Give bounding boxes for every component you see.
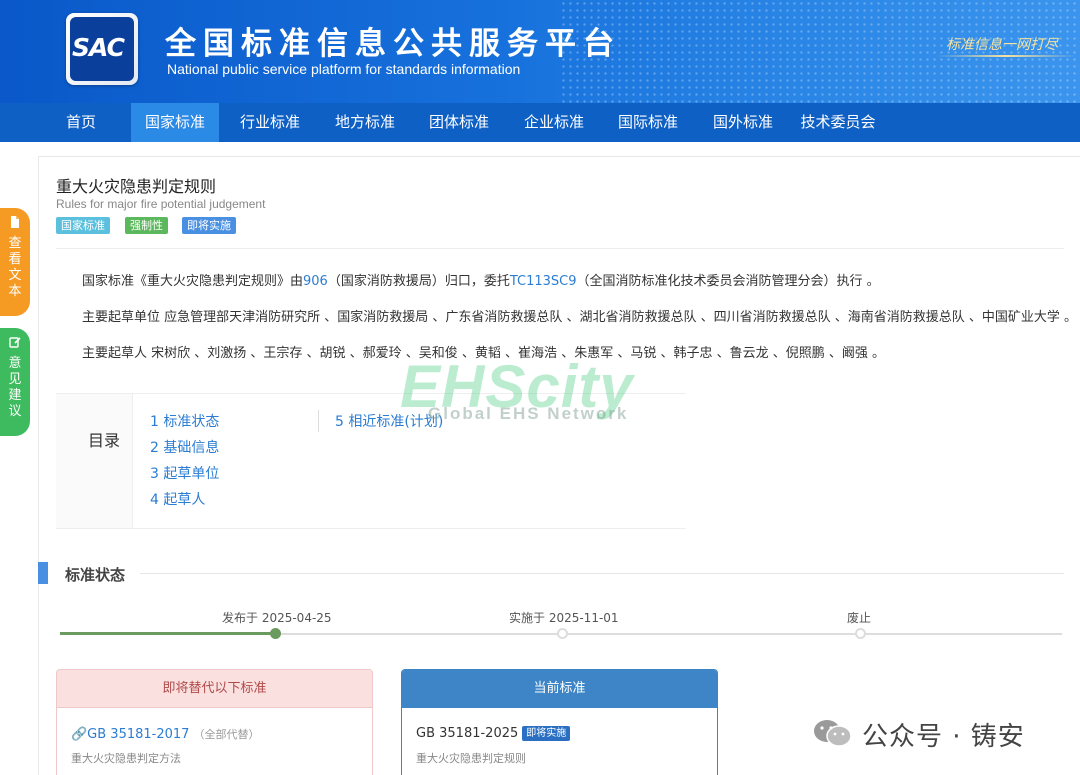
replaced-standard-entry: 🔗GB 35181-2017 （全部代替）: [71, 726, 259, 742]
current-card-header: 当前标准: [402, 670, 717, 708]
timeline-label-abolished: 废止: [847, 611, 872, 625]
nav-item-group-standards[interactable]: 团体标准: [415, 103, 503, 142]
document-icon: [0, 216, 30, 232]
toc-item-drafters[interactable]: 4 起草人: [150, 489, 205, 509]
view-text-button[interactable]: 查看文本: [0, 208, 30, 316]
current-standard-entry: GB 35181-2025 即将实施: [416, 726, 571, 741]
toc-label: 目录: [88, 431, 121, 450]
main-nav: 首页 国家标准 行业标准 地方标准 团体标准 企业标准 国际标准 国外标准 技术…: [0, 103, 1080, 142]
current-standard-tag: 即将实施: [522, 726, 571, 741]
nav-item-international-standards[interactable]: 国际标准: [604, 103, 692, 142]
ownership-text-c: （全国消防标准化技术委员会消防管理分会）执行 。: [576, 274, 880, 289]
timeline-dot-effective: [557, 628, 568, 639]
tag-upcoming: 即将实施: [182, 217, 236, 234]
toc-label-column: [56, 394, 133, 528]
view-text-label: 查看文本: [8, 236, 22, 299]
committee-tc113sc9-link[interactable]: TC113SC9: [510, 274, 577, 289]
standard-title: 重大火灾隐患判定规则: [56, 177, 217, 196]
timeline-dot-abolished: [855, 628, 866, 639]
nav-item-home[interactable]: 首页: [52, 103, 110, 142]
timeline-label-effective: 实施于 2025-11-01: [509, 611, 619, 625]
header-divider: [56, 248, 1064, 249]
current-standard-name: 重大火灾隐患判定规则: [416, 752, 526, 765]
toc-item-status[interactable]: 1 标准状态: [150, 411, 219, 431]
nav-item-enterprise-standards[interactable]: 企业标准: [510, 103, 598, 142]
sac-logo[interactable]: SAC: [66, 13, 138, 85]
feedback-button[interactable]: 意见建议: [0, 328, 30, 436]
slogan-underline: [936, 55, 1076, 57]
ownership-text-b: （国家消防救援局）归口，委托: [327, 274, 510, 289]
replaced-standard-name: 重大火灾隐患判定方法: [71, 752, 181, 765]
ownership-text-a: 国家标准《重大火灾隐患判定规则》由: [82, 274, 304, 289]
standard-ownership-paragraph: 国家标准《重大火灾隐患判定规则》由906（国家消防救援局）归口，委托TC113S…: [82, 270, 880, 289]
watermark-tagline: Global EHS Network: [428, 404, 629, 423]
section-divider: [140, 573, 1064, 574]
account-attribution: 公众号 · 铸安: [862, 722, 1025, 752]
committee-906-link[interactable]: 906: [303, 274, 328, 289]
site-title: 全国标准信息公共服务平台: [165, 26, 621, 62]
drafting-units-paragraph: 主要起草单位 应急管理部天津消防研究所 、国家消防救援局 、广东省消防救援总队 …: [82, 310, 1078, 325]
tag-mandatory: 强制性: [125, 217, 168, 234]
section-accent-bar: [38, 562, 48, 584]
nav-item-industry-standards[interactable]: 行业标准: [226, 103, 314, 142]
nav-item-foreign-standards[interactable]: 国外标准: [699, 103, 787, 142]
current-standard-code: GB 35181-2025: [416, 726, 519, 741]
site-subtitle: National public service platform for sta…: [167, 61, 521, 77]
toc-item-drafting-units[interactable]: 3 起草单位: [150, 463, 219, 483]
edit-icon: [0, 336, 30, 352]
timeline-progress: [60, 632, 276, 635]
replaced-standard-code-link[interactable]: 🔗GB 35181-2017: [71, 727, 189, 742]
nav-item-technical-committee[interactable]: 技术委员会: [792, 103, 884, 142]
replaced-standard-note: （全部代替）: [193, 728, 260, 741]
nav-item-local-standards[interactable]: 地方标准: [321, 103, 409, 142]
timeline-label-published: 发布于 2025-04-25: [222, 611, 332, 625]
timeline-dot-published: [270, 628, 281, 639]
section-title-status: 标准状态: [65, 566, 126, 584]
toc-column-separator: [318, 410, 319, 432]
wechat-icon: [814, 720, 852, 747]
slogan: 标准信息一网打尽: [946, 37, 1058, 53]
replaced-card-header: 即将替代以下标准: [57, 670, 372, 708]
feedback-label: 意见建议: [8, 356, 22, 419]
sac-logo-text: SAC: [72, 33, 125, 62]
nav-item-national-standards[interactable]: 国家标准: [131, 103, 219, 142]
current-standard-card: 当前标准 GB 35181-2025 即将实施 重大火灾隐患判定规则: [401, 669, 718, 775]
standard-english-title: Rules for major fire potential judgement: [56, 197, 266, 211]
replaced-standards-card: 即将替代以下标准 🔗GB 35181-2017 （全部代替） 重大火灾隐患判定方法: [56, 669, 373, 775]
toc-item-basic-info[interactable]: 2 基础信息: [150, 437, 219, 457]
site-header: SAC 全国标准信息公共服务平台 National public service…: [0, 0, 1080, 103]
tag-national-standard: 国家标准: [56, 217, 110, 234]
